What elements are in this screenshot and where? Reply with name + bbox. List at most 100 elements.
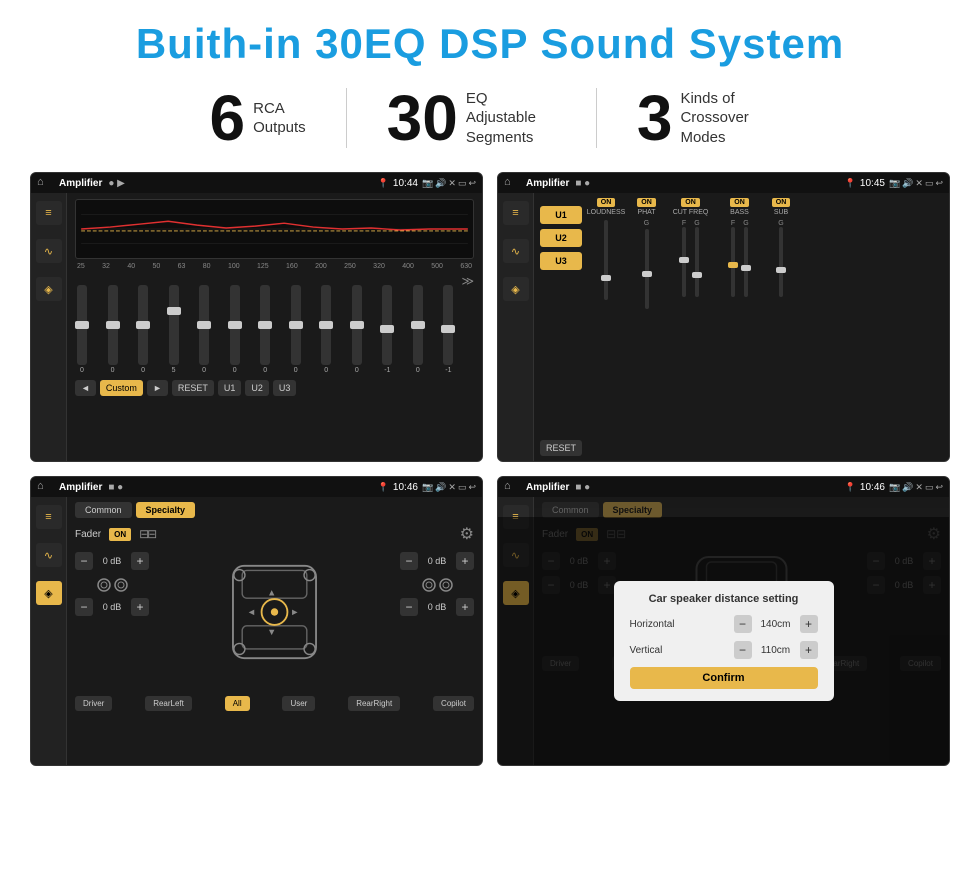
time-3: 10:46 bbox=[393, 482, 418, 493]
presets-column: U1 U2 U3 RESET bbox=[540, 198, 582, 456]
screen-content-3: ≡ ∿ ◈ Common Specialty Fader ON ⊟⊟ bbox=[31, 497, 482, 765]
stat-eq-number: 30 bbox=[387, 86, 458, 150]
db-minus-bl[interactable]: − bbox=[75, 598, 93, 616]
speaker-sidebar-btn-3[interactable]: ◈ bbox=[36, 581, 62, 605]
eq-sidebar-btn-3[interactable]: ≡ bbox=[36, 505, 62, 529]
dialog-overlay: Car speaker distance setting Horizontal … bbox=[498, 517, 949, 765]
loudness-on: ON bbox=[597, 198, 616, 207]
prev-btn[interactable]: ◄ bbox=[75, 380, 96, 396]
eq-sidebar-btn-2[interactable]: ≡ bbox=[503, 201, 529, 225]
volume-icon-4: 🔊 bbox=[902, 482, 913, 493]
stat-cross: 3 Kinds ofCrossover Modes bbox=[597, 86, 811, 150]
rect-icon-1: ▭ bbox=[458, 178, 467, 189]
vertical-minus[interactable]: − bbox=[734, 641, 752, 659]
slider-7: 0 bbox=[260, 285, 270, 374]
slider-6: 0 bbox=[230, 285, 240, 374]
driver-btn[interactable]: Driver bbox=[75, 696, 112, 711]
db-val-bl: 0 dB bbox=[97, 602, 127, 612]
screen-eq-sliders: ⌂ Amplifier ● ▶ 📍 10:44 📷 🔊 ✕ ▭ ↩ bbox=[30, 172, 483, 462]
u2-btn[interactable]: U2 bbox=[245, 380, 269, 396]
freq-100: 100 bbox=[228, 263, 240, 270]
db-plus-br[interactable]: + bbox=[456, 598, 474, 616]
confirm-button[interactable]: Confirm bbox=[630, 667, 818, 689]
camera-icon-4: 📷 bbox=[889, 482, 900, 493]
svg-text:◄: ◄ bbox=[247, 607, 256, 617]
horizontal-control: − 140cm + bbox=[734, 615, 818, 633]
horizontal-value: 140cm bbox=[756, 619, 796, 630]
rearright-btn[interactable]: RearRight bbox=[348, 696, 400, 711]
wave-sidebar-btn-3[interactable]: ∿ bbox=[36, 543, 62, 567]
camera-icon-3: 📷 bbox=[422, 482, 433, 493]
all-btn[interactable]: All bbox=[225, 696, 250, 711]
wave-sidebar-btn-2[interactable]: ∿ bbox=[503, 239, 529, 263]
time-group-2: 📍 10:45 📷 🔊 ✕ ▭ ↩ bbox=[845, 178, 943, 189]
amp2-main: U1 U2 U3 RESET ON LOUDNESS bbox=[534, 193, 949, 461]
cross-tabs: Common Specialty bbox=[75, 502, 474, 518]
freq-63: 63 bbox=[178, 263, 186, 270]
freq-160: 160 bbox=[286, 263, 298, 270]
reset-btn[interactable]: RESET bbox=[172, 380, 214, 396]
u2-preset[interactable]: U2 bbox=[540, 229, 582, 247]
horizontal-plus[interactable]: + bbox=[800, 615, 818, 633]
pin-icon-2: 📍 bbox=[845, 178, 856, 189]
common-tab[interactable]: Common bbox=[75, 502, 132, 518]
svg-text:▼: ▼ bbox=[267, 627, 276, 637]
x-icon-2: ✕ bbox=[915, 178, 923, 189]
screen-title-3: Amplifier bbox=[59, 482, 102, 493]
speaker-sidebar-btn[interactable]: ◈ bbox=[36, 277, 62, 301]
camera-icon-2: 📷 bbox=[889, 178, 900, 189]
screen-title-4: Amplifier bbox=[526, 482, 569, 493]
stat-eq-label: EQ AdjustableSegments bbox=[466, 89, 556, 148]
freq-630: 630 bbox=[460, 263, 472, 270]
db-minus-tl[interactable]: − bbox=[75, 552, 93, 570]
db-minus-tr[interactable]: − bbox=[400, 552, 418, 570]
db-control-bl: − 0 dB + bbox=[75, 598, 149, 616]
page-container: Buith-in 30EQ DSP Sound System 6 RCAOutp… bbox=[0, 0, 980, 881]
speaker-sidebar-btn-2[interactable]: ◈ bbox=[503, 277, 529, 301]
custom-btn[interactable]: Custom bbox=[100, 380, 143, 396]
status-bar-1: ⌂ Amplifier ● ▶ 📍 10:44 📷 🔊 ✕ ▭ ↩ bbox=[31, 173, 482, 193]
back-icon-1: ↩ bbox=[468, 178, 476, 189]
eq-sidebar-btn[interactable]: ≡ bbox=[36, 201, 62, 225]
volume-icon-3: 🔊 bbox=[435, 482, 446, 493]
screen-title-2: Amplifier bbox=[526, 178, 569, 189]
channels-container: ON LOUDNESS bbox=[587, 198, 943, 456]
left-db-controls: − 0 dB + − 0 dB + bbox=[75, 552, 149, 692]
reset-btn-2[interactable]: RESET bbox=[540, 440, 582, 456]
play-btn[interactable]: ► bbox=[147, 380, 168, 396]
user-btn[interactable]: User bbox=[282, 696, 315, 711]
specialty-tab[interactable]: Specialty bbox=[136, 502, 196, 518]
volume-icon-2: 🔊 bbox=[902, 178, 913, 189]
db-plus-bl[interactable]: + bbox=[131, 598, 149, 616]
stat-rca-number: 6 bbox=[210, 86, 246, 150]
u1-btn[interactable]: U1 bbox=[218, 380, 242, 396]
rearleft-btn[interactable]: RearLeft bbox=[145, 696, 192, 711]
dialog-horizontal-row: Horizontal − 140cm + bbox=[630, 615, 818, 633]
wave-sidebar-btn[interactable]: ∿ bbox=[36, 239, 62, 263]
db-minus-br[interactable]: − bbox=[400, 598, 418, 616]
phat-channel: ON PHAT G bbox=[629, 198, 664, 456]
slider-5: 0 bbox=[199, 285, 209, 374]
u3-preset[interactable]: U3 bbox=[540, 252, 582, 270]
u3-btn[interactable]: U3 bbox=[273, 380, 297, 396]
db-control-tr: − 0 dB + bbox=[400, 552, 474, 570]
horizontal-minus[interactable]: − bbox=[734, 615, 752, 633]
u1-preset[interactable]: U1 bbox=[540, 206, 582, 224]
fader-row: Fader ON ⊟⊟ ⚙ bbox=[75, 524, 474, 544]
cutfreq-g-slider bbox=[692, 227, 702, 297]
db-plus-tl[interactable]: + bbox=[131, 552, 149, 570]
eq-bottom: ◄ Custom ► RESET U1 U2 U3 bbox=[75, 380, 474, 396]
fader-label: Fader bbox=[75, 529, 101, 540]
pin-icon-4: 📍 bbox=[845, 482, 856, 493]
db-plus-tr[interactable]: + bbox=[456, 552, 474, 570]
settings-icon[interactable]: ⚙ bbox=[460, 524, 474, 544]
bottom-buttons-3: Driver RearLeft All User RearRight Copil… bbox=[75, 696, 474, 711]
slider-8: 0 bbox=[291, 285, 301, 374]
db-control-tl: − 0 dB + bbox=[75, 552, 149, 570]
vertical-plus[interactable]: + bbox=[800, 641, 818, 659]
freq-40: 40 bbox=[127, 263, 135, 270]
common-tab-4: Common bbox=[542, 502, 599, 518]
copilot-btn[interactable]: Copilot bbox=[433, 696, 474, 711]
freq-labels: 25 32 40 50 63 80 100 125 160 200 250 32… bbox=[75, 263, 474, 270]
screen-amp-channels: ⌂ Amplifier ■ ● 📍 10:45 📷 🔊 ✕ ▭ ↩ bbox=[497, 172, 950, 462]
